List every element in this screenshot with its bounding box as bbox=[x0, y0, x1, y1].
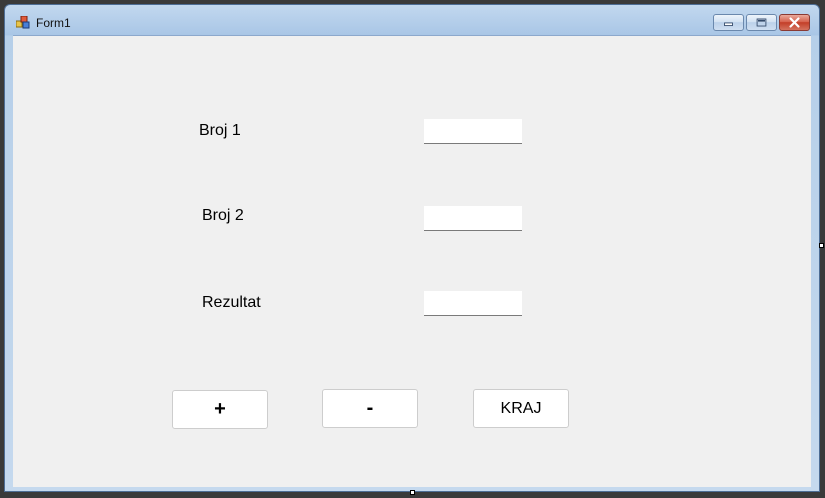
resize-handle-bottom[interactable] bbox=[410, 490, 415, 495]
window-title: Form1 bbox=[36, 16, 71, 30]
broj1-input[interactable] bbox=[424, 119, 522, 144]
maximize-button[interactable] bbox=[746, 14, 777, 31]
minimize-icon bbox=[724, 22, 733, 27]
kraj-button[interactable]: KRAJ bbox=[473, 389, 569, 428]
form-window: Form1 Broj 1 Broj 2 Rezultat + - KRAJ bbox=[4, 4, 820, 492]
minus-button[interactable]: - bbox=[322, 389, 418, 428]
close-button[interactable] bbox=[779, 14, 810, 31]
label-broj2: Broj 2 bbox=[202, 207, 244, 224]
label-rezultat: Rezultat bbox=[202, 294, 261, 311]
resize-handle-right[interactable] bbox=[819, 243, 824, 248]
close-icon bbox=[789, 17, 800, 28]
rezultat-input[interactable] bbox=[424, 291, 522, 316]
caption-buttons bbox=[713, 14, 810, 31]
plus-button[interactable]: + bbox=[172, 390, 268, 429]
label-broj1: Broj 1 bbox=[199, 122, 241, 139]
minimize-button[interactable] bbox=[713, 14, 744, 31]
title-bar[interactable]: Form1 bbox=[5, 5, 819, 35]
broj2-input[interactable] bbox=[424, 206, 522, 231]
maximize-icon bbox=[756, 18, 767, 27]
app-icon bbox=[16, 16, 30, 29]
form-client-area: Broj 1 Broj 2 Rezultat + - KRAJ bbox=[13, 35, 811, 487]
